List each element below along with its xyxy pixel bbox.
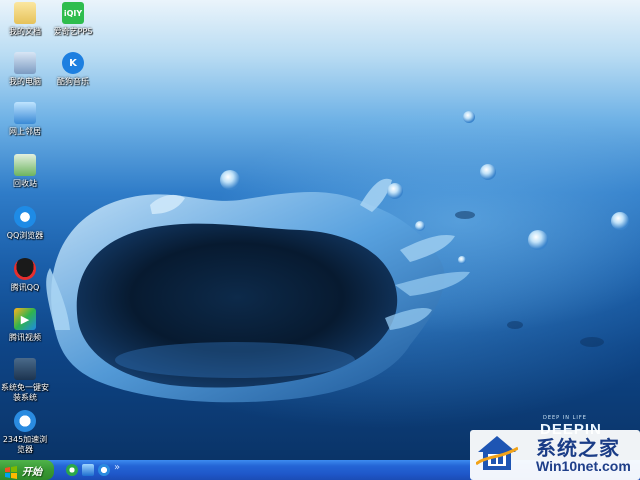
desktop-icon-tencent-video[interactable]: ▶ 腾讯视频 (0, 308, 50, 343)
desktop-icon-label: QQ浏览器 (6, 231, 44, 240)
desktop-icon-label: 酷狗音乐 (57, 77, 89, 86)
site-watermark: 系统之家 Win10net.com (470, 430, 640, 480)
desktop-icon-my-documents[interactable]: 我的文档 (0, 2, 50, 37)
qq-penguin-icon (14, 258, 36, 280)
desktop-icon-2345-browser[interactable]: e 2345加速浏览器 (0, 410, 50, 455)
desktop[interactable]: 我的文档 iQIY 爱奇艺PPS 我的电脑 K 酷狗音乐 网上邻居 回收站 QQ… (0, 0, 640, 460)
desktop-icon-network[interactable]: 网上邻居 (0, 102, 50, 137)
desktop-icon-my-computer[interactable]: 我的电脑 (0, 52, 50, 87)
installer-icon (14, 358, 36, 380)
kugou-icon: K (62, 52, 84, 74)
qq-browser-icon (14, 206, 36, 228)
desktop-icon-kugou-music[interactable]: K 酷狗音乐 (48, 52, 98, 87)
network-icon (14, 102, 36, 124)
quick-launch-expand-icon[interactable]: » (114, 462, 120, 473)
desktop-icon-qq-browser[interactable]: QQ浏览器 (0, 206, 50, 241)
desktop-icon-iqiyi-pps[interactable]: iQIY 爱奇艺PPS (48, 2, 98, 37)
folder-icon (14, 2, 36, 24)
desktop-icon-label: 我的文档 (9, 27, 41, 36)
start-button[interactable]: 开始 (0, 460, 54, 480)
browser-icon[interactable] (98, 464, 110, 476)
desktop-icon-label: 爱奇艺PPS (53, 27, 93, 36)
desktop-icon-label: 腾讯QQ (10, 283, 40, 292)
desktop-icon-label: 回收站 (13, 179, 37, 188)
ie-browser-icon: e (14, 410, 36, 432)
watermark-url: Win10net.com (536, 458, 631, 474)
start-label: 开始 (22, 466, 42, 478)
desktop-icon-tencent-qq[interactable]: 腾讯QQ (0, 258, 50, 293)
desktop-icon-label: 我的电脑 (9, 77, 41, 86)
ie-icon[interactable] (66, 464, 78, 476)
desktop-icon-label: 腾讯视频 (9, 333, 41, 342)
watermark-title: 系统之家 (536, 436, 620, 460)
desktop-icon-label: 网上邻居 (9, 127, 41, 136)
recycle-bin-icon (14, 154, 36, 176)
media-player-icon[interactable] (82, 464, 94, 476)
desktop-icon-label: 系统免一键安装系统 (1, 383, 49, 402)
iqiyi-icon: iQIY (62, 2, 84, 24)
tencent-video-icon: ▶ (14, 308, 36, 330)
desktop-icon-system-installer[interactable]: 系统免一键安装系统 (0, 358, 50, 403)
windows-flag-icon (4, 464, 18, 479)
desktop-icon-label: 2345加速浏览器 (2, 435, 48, 454)
desktop-icon-recycle-bin[interactable]: 回收站 (0, 154, 50, 189)
house-logo-icon (476, 436, 518, 470)
computer-icon (14, 52, 36, 74)
